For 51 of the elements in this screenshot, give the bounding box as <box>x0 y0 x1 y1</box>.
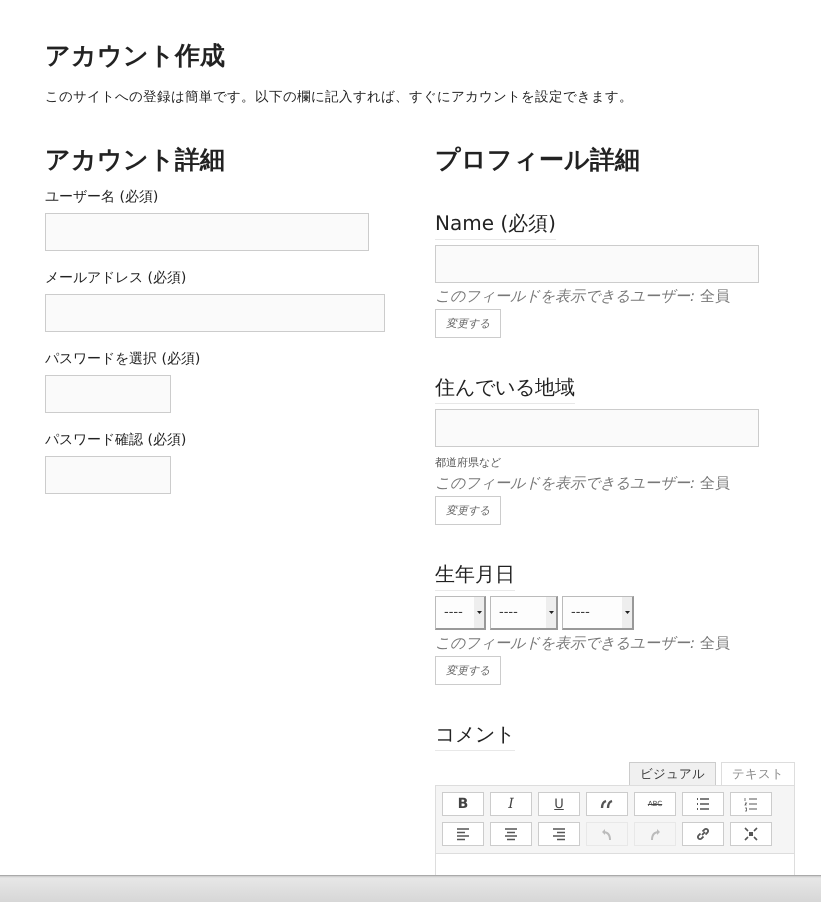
align-left-icon <box>455 826 471 842</box>
dropdown[interactable]: ---- <box>562 596 634 630</box>
align-center-button[interactable] <box>490 822 532 846</box>
editor-tab[interactable]: ビジュアル <box>629 762 716 785</box>
input-field[interactable] <box>45 375 171 413</box>
input-field[interactable] <box>435 245 759 283</box>
field-label: パスワードを選択 (必須) <box>45 350 200 368</box>
input-field[interactable] <box>45 213 369 251</box>
fullscreen-button[interactable] <box>730 822 772 846</box>
section-heading: アカウント詳細 <box>45 144 225 176</box>
fullscreen-icon <box>743 826 759 842</box>
field-label: パスワード確認 (必須) <box>45 431 186 449</box>
dropdown[interactable]: ---- <box>490 596 558 630</box>
field-label: Name (必須) <box>435 210 556 240</box>
visibility-text: このフィールドを表示できるユーザー: 全員 <box>435 634 730 653</box>
page-title: アカウント作成 <box>45 40 225 72</box>
field-label: コメント <box>435 721 515 751</box>
field-label: ユーザー名 (必須) <box>45 188 158 206</box>
input-field[interactable] <box>45 294 385 332</box>
field-label: メールアドレス (必須) <box>45 269 186 287</box>
bullet-list-button[interactable] <box>682 792 724 816</box>
editor-tab[interactable]: テキスト <box>721 762 795 785</box>
quote-button[interactable] <box>586 792 628 816</box>
change-button[interactable]: 変更する <box>435 496 501 525</box>
field-label: 住んでいる地域 <box>435 374 575 404</box>
align-right-button[interactable] <box>538 822 580 846</box>
align-left-button[interactable] <box>442 822 484 846</box>
intro-text: このサイトへの登録は簡単です。以下の欄に記入すれば、すぐにアカウントを設定できます。 <box>45 88 633 106</box>
link-button[interactable] <box>682 822 724 846</box>
bullet-list-icon <box>695 796 711 812</box>
change-button[interactable]: 変更する <box>435 656 501 685</box>
align-right-icon <box>551 826 567 842</box>
numbered-list-icon <box>743 796 759 812</box>
visibility-text: このフィールドを表示できるユーザー: 全員 <box>435 287 730 306</box>
dropdown[interactable]: ---- <box>435 596 486 630</box>
visibility-text: このフィールドを表示できるユーザー: 全員 <box>435 474 730 493</box>
bold-button[interactable]: B <box>442 792 484 816</box>
underline-button[interactable]: U <box>538 792 580 816</box>
link-icon <box>695 826 711 842</box>
input-field[interactable] <box>45 456 171 494</box>
caret-icon <box>624 611 630 614</box>
field-description: 都道府県など <box>435 455 501 470</box>
input-field[interactable] <box>435 409 759 447</box>
align-center-icon <box>503 826 519 842</box>
numbered-list-button[interactable] <box>730 792 772 816</box>
caret-icon <box>476 611 482 614</box>
field-label: 生年月日 <box>435 561 515 591</box>
change-button[interactable]: 変更する <box>435 309 501 338</box>
section-heading: プロフィール詳細 <box>435 144 640 176</box>
italic-button[interactable]: I <box>490 792 532 816</box>
caret-icon <box>548 611 554 614</box>
